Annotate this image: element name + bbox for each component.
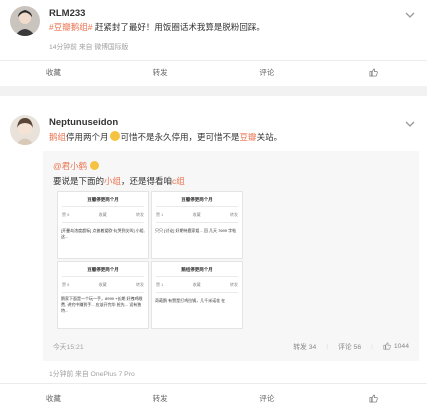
comment-count[interactable]: 评论 56 (338, 341, 361, 351)
username[interactable]: RLM233 (49, 8, 85, 19)
post-text: 赶紧封了最好！用饭圈话术我算是脱粉回踩。 (92, 22, 265, 32)
post-meta: 14分钟前 来自 微博国际版 (49, 44, 129, 51)
chevron-down-icon[interactable] (403, 117, 417, 131)
repost-stats: 转发 34 | 评论 56 | 1044 (293, 341, 409, 352)
comment-button[interactable]: 评论 (214, 62, 321, 82)
thumb-up-icon (369, 394, 378, 402)
post-gap (0, 86, 427, 96)
favorite-button[interactable]: 收藏 (0, 62, 107, 82)
keyword-link[interactable]: 鹅组 (49, 132, 66, 142)
image-thumbnail[interactable]: 豆瓣停更两个月 赞 1 收藏 转发 只只 [讨论] 好期待鹿家姐... 回 几天 7… (151, 191, 243, 259)
repost-button[interactable]: 转发 (107, 388, 214, 408)
repost-timestamp: 今天15:21 (53, 344, 84, 351)
image-thumbnail[interactable]: 豆瓣停更两个月 赞 5 收藏 转发 鹅家下面是一个玩一手，8999 +长期 好拽鸡眼… (57, 261, 149, 329)
chevron-down-icon[interactable] (403, 8, 417, 22)
thumb-up-icon (369, 68, 378, 76)
repost-count[interactable]: 转发 34 (293, 341, 316, 351)
like-button[interactable] (320, 62, 427, 82)
divider (0, 60, 427, 61)
post-text: 关站。 (256, 132, 283, 142)
weibo-post-1: RLM233 #豆瓣鹅组# 赶紧封了最好！用饭圈话术我算是脱粉回踩。 14分钟前… (0, 0, 427, 88)
keyword-link[interactable]: 豆瓣 (240, 132, 257, 142)
repost-button[interactable]: 转发 (107, 62, 214, 82)
repost-author[interactable]: @君小鹤 (53, 160, 99, 172)
image-thumbnail[interactable]: 豆瓣停更两个月 赞 5 收藏 转发 [开曼岛浓度超标] 点披着爱欧卡[哭到尖叫] 小… (57, 191, 149, 259)
post-meta: 1分钟前 来自 OnePlus 7 Pro (49, 371, 135, 378)
post-text: 停用两个月 (66, 132, 109, 142)
username[interactable]: Neptunuseidon (49, 117, 118, 128)
like-count[interactable]: 1044 (383, 342, 409, 350)
image-grid: 豆瓣停更两个月 赞 5 收藏 转发 [开曼岛浓度超标] 点披着爱欧卡[哭到尖叫] 小… (57, 191, 243, 331)
image-thumbnail[interactable]: 鹅组停更两个月 赞 1 收藏 转发 奇葩鹅 有赞是打鸡拉锅，几千米诺花 在 (151, 261, 243, 329)
divider (0, 383, 427, 384)
weibo-post-2: Neptunuseidon 鹅组停用两个月 可惜不是永久停用，更可惜不是豆瓣关站。… (0, 100, 427, 410)
action-bar: 收藏 转发 评论 (0, 388, 427, 408)
emoji-icon (89, 161, 99, 170)
thumb-up-icon (383, 342, 391, 350)
repost-text: 要说是下面的小组，还是得看咱c组 (53, 176, 185, 186)
post-text: 可惜不是永久停用，更可惜不是 (120, 132, 240, 142)
emoji-icon (109, 131, 120, 141)
comment-button[interactable]: 评论 (214, 388, 321, 408)
like-button[interactable] (320, 388, 427, 408)
reposted-weibo[interactable]: @君小鹤 要说是下面的小组，还是得看咱c组 豆瓣停更两个月 赞 5 收藏 转发 [开… (43, 151, 419, 361)
avatar[interactable] (10, 115, 40, 145)
favorite-button[interactable]: 收藏 (0, 388, 107, 408)
hashtag-link[interactable]: #豆瓣鹅组# (49, 22, 92, 32)
avatar[interactable] (10, 6, 40, 36)
action-bar: 收藏 转发 评论 (0, 62, 427, 82)
post-content: #豆瓣鹅组# 赶紧封了最好！用饭圈话术我算是脱粉回踩。 (49, 22, 265, 33)
post-content: 鹅组停用两个月 可惜不是永久停用，更可惜不是豆瓣关站。 (49, 131, 282, 143)
